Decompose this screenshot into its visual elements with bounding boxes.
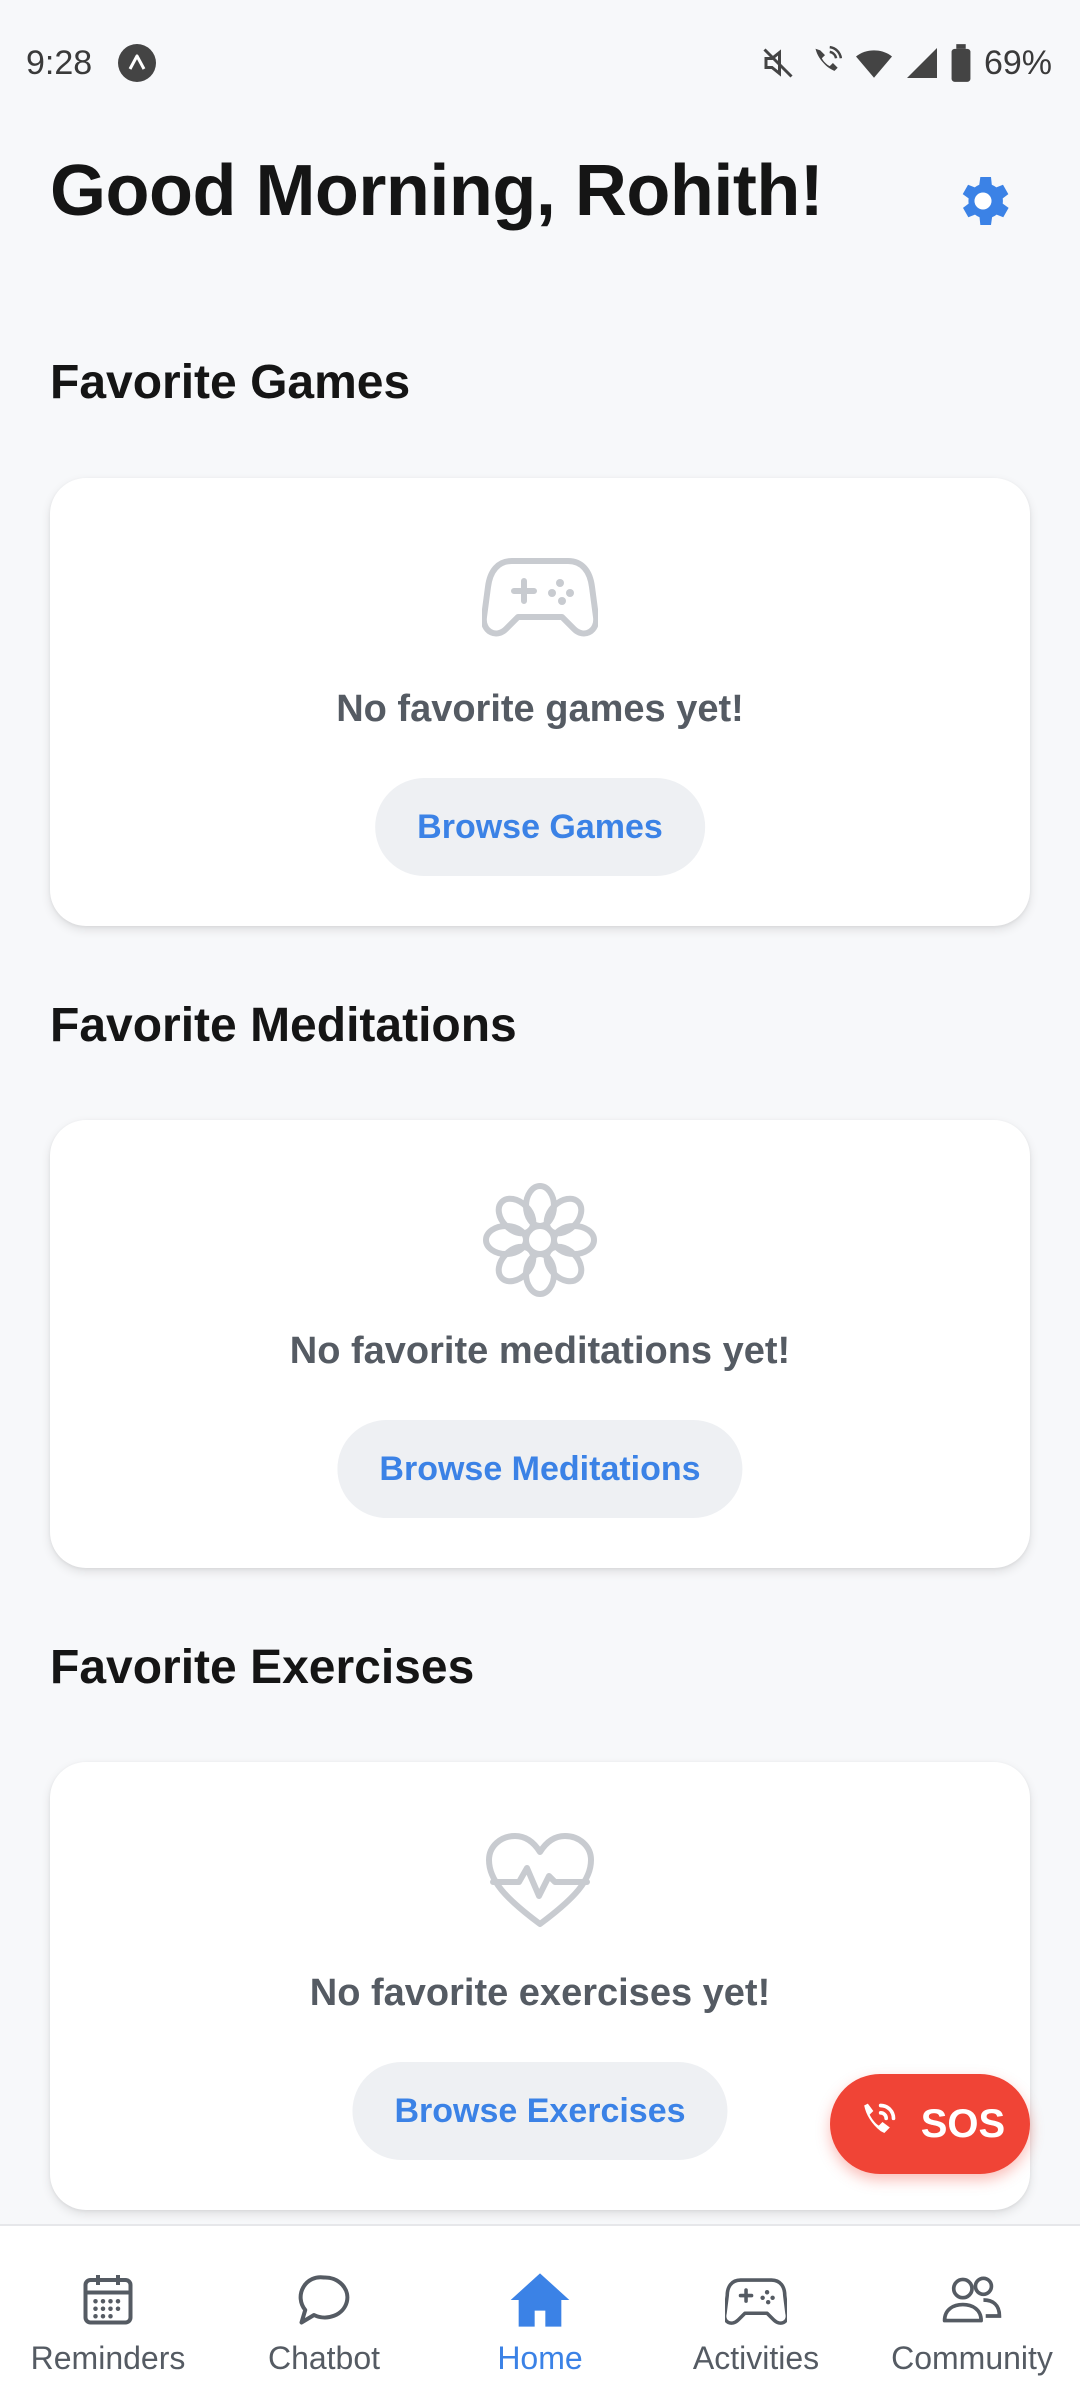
nav-item-chatbot[interactable]: Chatbot — [216, 2226, 432, 2400]
sos-button[interactable]: SOS — [830, 2074, 1030, 2174]
gamepad-icon — [482, 540, 598, 656]
nav-label-chatbot: Chatbot — [267, 2340, 381, 2376]
browse-games-button[interactable]: Browse Games — [375, 778, 705, 876]
nav-label-reminders: Reminders — [30, 2340, 186, 2376]
favorite-meditations-title: Favorite Meditations — [50, 999, 517, 1052]
favorite-games-card: No favorite games yet! Browse Games — [50, 478, 1030, 926]
favorite-games-title: Favorite Games — [50, 356, 411, 409]
favorite-exercises-title: Favorite Exercises — [50, 1641, 475, 1694]
gear-icon — [951, 169, 1015, 238]
empty-exercises-text: No favorite exercises yet! — [309, 1972, 771, 2014]
heartbeat-icon — [482, 1824, 598, 1940]
phone-icon — [855, 2100, 899, 2149]
status-left: 9:28 — [26, 43, 157, 83]
app-notification-icon — [118, 44, 157, 82]
sos-label: SOS — [920, 2101, 1006, 2146]
nav-label-home: Home — [497, 2340, 583, 2376]
nav-label-community: Community — [891, 2340, 1053, 2376]
favorite-meditations-card: No favorite meditations yet! Browse Medi… — [50, 1120, 1030, 1568]
greeting-title: Good Morning, Rohith! — [50, 151, 824, 231]
nav-item-community[interactable]: Community — [864, 2226, 1080, 2400]
chat-bubble-icon — [292, 2268, 356, 2332]
gamepad-icon — [724, 2268, 788, 2332]
home-screen: 9:28 69% Good Morning, Rohith! Favorite … — [0, 0, 1080, 2400]
nav-item-reminders[interactable]: Reminders — [0, 2226, 216, 2400]
nav-item-home[interactable]: Home — [432, 2226, 648, 2400]
bottom-nav: Reminders Chatbot Home Activities Commun… — [0, 2224, 1080, 2400]
browse-exercises-button[interactable]: Browse Exercises — [352, 2062, 728, 2160]
status-bar: 9:28 69% — [0, 0, 1080, 126]
battery-icon — [950, 44, 972, 82]
wifi-icon — [854, 45, 894, 81]
browse-meditations-button[interactable]: Browse Meditations — [337, 1420, 743, 1518]
wifi-call-icon — [806, 44, 844, 82]
nav-item-activities[interactable]: Activities — [648, 2226, 864, 2400]
users-icon — [940, 2268, 1004, 2332]
empty-meditations-text: No favorite meditations yet! — [289, 1330, 791, 1372]
status-time: 9:28 — [26, 43, 93, 82]
flower-icon — [482, 1182, 598, 1298]
nav-label-activities: Activities — [692, 2340, 820, 2376]
signal-icon — [904, 45, 940, 81]
battery-percentage: 69% — [983, 43, 1052, 82]
settings-button[interactable] — [948, 168, 1018, 238]
home-icon — [508, 2268, 572, 2332]
calendar-icon — [76, 2268, 140, 2332]
mute-icon — [760, 45, 796, 81]
empty-games-text: No favorite games yet! — [336, 688, 744, 730]
status-right: 69% — [760, 44, 1052, 83]
